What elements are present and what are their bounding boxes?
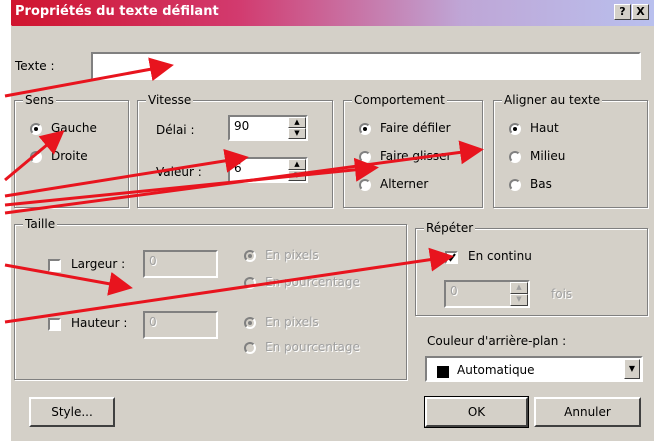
sens-droite-radio[interactable] [30, 151, 42, 163]
repeat-count-spinner[interactable]: ▲ ▼ [510, 282, 528, 306]
alterner-label: Alterner [380, 177, 429, 191]
valeur-label: Valeur : [156, 165, 202, 179]
comportement-group-title: Comportement [352, 93, 447, 107]
largeur-pixels-label: En pixels [265, 248, 319, 262]
spin-up-icon[interactable]: ▲ [510, 282, 528, 294]
faire-defiler-radio[interactable] [359, 123, 371, 135]
taille-group-title: Taille [23, 217, 58, 231]
couleur-label: Couleur d'arrière-plan : [427, 334, 567, 348]
spin-up-icon[interactable]: ▲ [288, 117, 306, 128]
hauteur-checkbox[interactable] [48, 318, 61, 331]
milieu-label: Milieu [530, 149, 566, 163]
largeur-pixels-radio[interactable] [244, 250, 256, 262]
hauteur-label: Hauteur : [71, 316, 128, 330]
dropdown-arrow-icon[interactable]: ▼ [624, 359, 640, 379]
title-bar: Propriétés du texte défilant ? X [11, 0, 654, 26]
sens-gauche-radio[interactable] [30, 123, 42, 135]
en-continu-checkbox[interactable] [445, 251, 458, 264]
repeat-count-input[interactable]: 0 ▲ ▼ [444, 280, 530, 308]
valeur-input[interactable]: 6 ▲ ▼ [228, 157, 308, 183]
couleur-dropdown[interactable]: Automatique ▼ [425, 356, 643, 382]
aligner-group-title: Aligner au texte [502, 93, 603, 107]
vitesse-group-title: Vitesse [146, 93, 194, 107]
couleur-selected: Automatique [457, 363, 535, 377]
hauteur-pixels-label: En pixels [265, 315, 319, 329]
color-swatch [437, 366, 449, 378]
hauteur-percent-radio[interactable] [244, 342, 256, 354]
vitesse-group: Vitesse Délai : 90 ▲ ▼ Valeur : 6 ▲ ▼ [137, 93, 333, 208]
faire-glisser-label: Faire glisser [380, 149, 452, 163]
repeter-group: Répéter En continu 0 ▲ ▼ fois [415, 221, 648, 316]
sens-gauche-label: Gauche [51, 121, 97, 135]
alterner-radio[interactable] [359, 179, 371, 191]
checkmark-icon [447, 253, 456, 262]
largeur-checkbox[interactable] [48, 259, 61, 272]
sens-droite-label: Droite [51, 149, 88, 163]
spin-down-icon[interactable]: ▼ [288, 170, 306, 181]
spin-down-icon[interactable]: ▼ [288, 128, 306, 139]
haut-radio[interactable] [509, 123, 521, 135]
haut-label: Haut [530, 121, 559, 135]
sens-group: Sens Gauche Droite [14, 93, 129, 208]
delai-label: Délai : [156, 123, 195, 137]
faire-defiler-label: Faire défiler [380, 121, 451, 135]
delai-spinner[interactable]: ▲ ▼ [288, 117, 306, 139]
comportement-group: Comportement Faire défiler Faire glisser… [343, 93, 483, 208]
window-title: Propriétés du texte défilant [15, 4, 219, 19]
help-button[interactable]: ? [614, 4, 631, 20]
largeur-input[interactable]: 0 [143, 250, 218, 278]
sens-group-title: Sens [23, 93, 56, 107]
largeur-percent-radio[interactable] [244, 277, 256, 289]
marquee-properties-dialog: Propriétés du texte défilant ? X Texte :… [10, 0, 654, 441]
largeur-percent-label: En pourcentage [265, 275, 360, 289]
aligner-group: Aligner au texte Haut Milieu Bas [493, 93, 648, 208]
hauteur-percent-label: En pourcentage [265, 340, 360, 354]
hauteur-pixels-radio[interactable] [244, 317, 256, 329]
style-button[interactable]: Style... [29, 397, 115, 427]
largeur-label: Largeur : [71, 257, 126, 271]
bas-label: Bas [530, 177, 552, 191]
delai-input[interactable]: 90 ▲ ▼ [228, 115, 308, 141]
bas-radio[interactable] [509, 179, 521, 191]
annuler-button[interactable]: Annuler [534, 397, 641, 427]
en-continu-label: En continu [468, 249, 532, 263]
close-button[interactable]: X [632, 4, 649, 20]
milieu-radio[interactable] [509, 151, 521, 163]
valeur-spinner[interactable]: ▲ ▼ [288, 159, 306, 181]
taille-group: Taille Largeur : 0 En pixels En pourcent… [14, 217, 407, 380]
texte-input[interactable] [91, 52, 641, 80]
ok-button[interactable]: OK [424, 396, 529, 428]
spin-down-icon[interactable]: ▼ [510, 294, 528, 306]
fois-label: fois [551, 287, 573, 301]
faire-glisser-radio[interactable] [359, 151, 371, 163]
texte-label: Texte : [15, 59, 55, 73]
spin-up-icon[interactable]: ▲ [288, 159, 306, 170]
hauteur-input[interactable]: 0 [143, 311, 218, 339]
repeter-group-title: Répéter [424, 221, 476, 235]
